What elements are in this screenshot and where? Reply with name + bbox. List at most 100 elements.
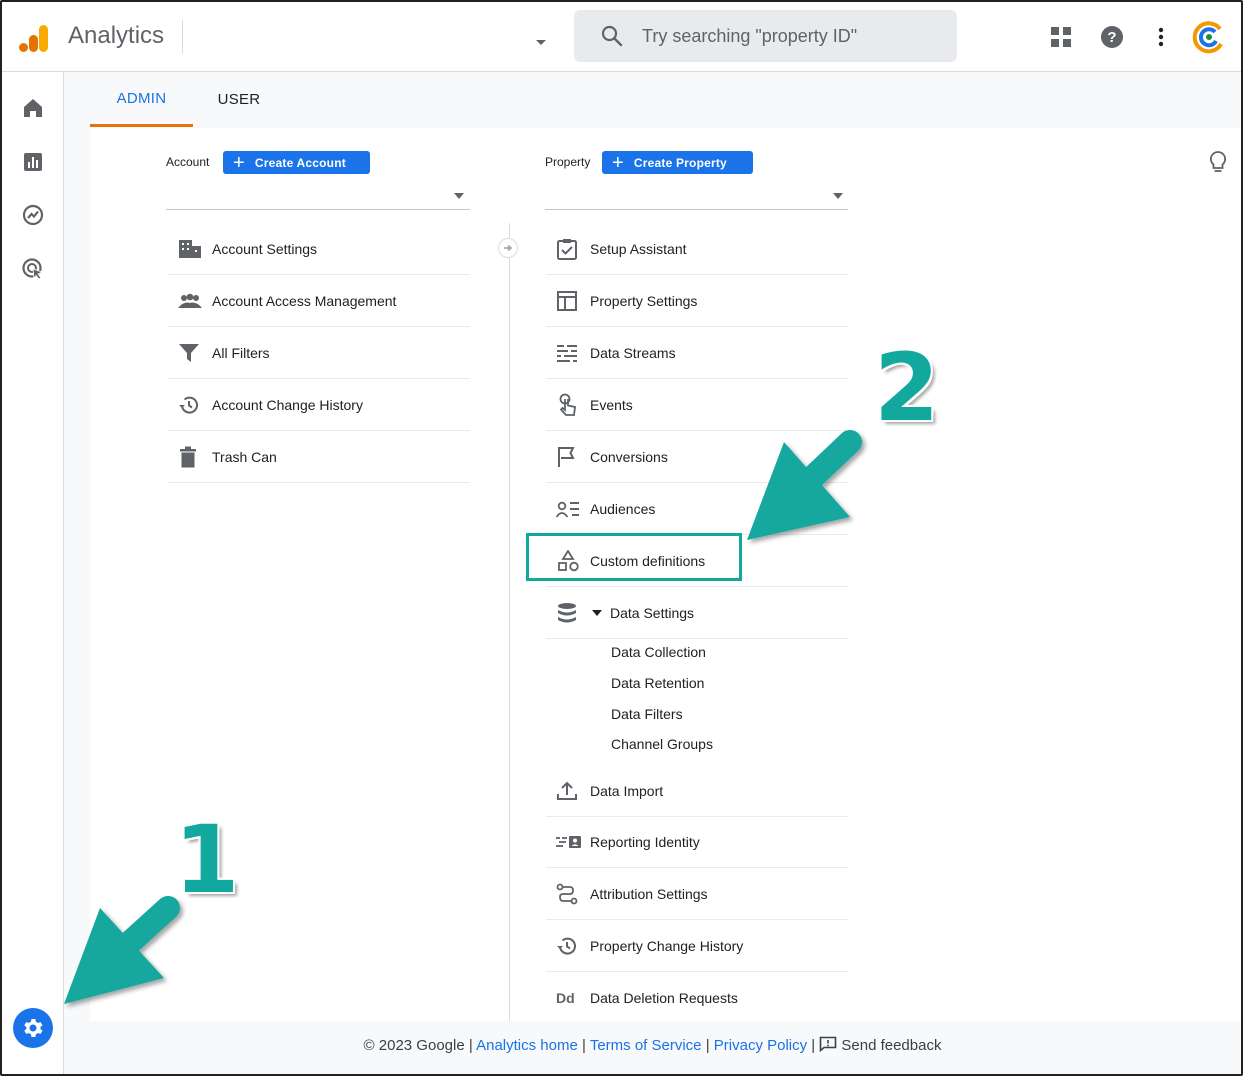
create-account-label: Create Account [254,155,346,170]
custom-definitions-highlight [526,533,742,581]
menu-item-label: Events [590,396,633,413]
account-settings-item[interactable]: Account Settings [168,223,470,275]
menu-item-label: Setup Assistant [590,240,687,257]
terms-link[interactable]: Terms of Service [590,1037,702,1054]
lightbulb-icon[interactable] [1208,150,1228,174]
menu-item-label: Property Change History [590,937,744,954]
history-icon [546,935,590,957]
flag-icon [546,446,590,468]
menu-item-label: Account Settings [212,240,318,257]
account-select-caret-icon[interactable] [454,193,464,199]
attribution-icon [546,883,590,905]
app-title: Analytics [68,22,165,49]
top-header: Analytics ? [2,2,1241,72]
property-settings-item[interactable]: Property Settings [546,275,848,327]
analytics-home-link[interactable]: Analytics home [476,1037,578,1054]
app-window: Analytics ? [0,0,1243,1076]
account-column-label: Account [166,155,210,169]
step-number-1: 1 [174,806,240,915]
data-settings-item[interactable]: Data Settings [546,587,848,639]
menu-item-label: Attribution Settings [590,885,708,902]
menu-item-label: Trash Can [212,448,277,465]
account-picker-caret-icon[interactable] [536,40,546,45]
conversions-item[interactable]: Conversions [546,431,848,483]
history-icon [168,394,212,416]
more-vert-icon[interactable] [1148,24,1174,50]
menu-item-label: Property Settings [590,292,698,309]
search-box[interactable] [574,10,957,62]
property-column-label: Property [545,155,591,169]
data-retention-item[interactable]: Data Retention [611,675,704,691]
advertising-icon[interactable] [21,257,45,281]
data-collection-item[interactable]: Data Collection [611,644,706,660]
dd-icon: Dd [556,990,575,1006]
link-arrow-icon [498,238,518,258]
menu-item-label: Account Access Management [212,292,397,309]
property-change-history-item[interactable]: Property Change History [546,920,848,972]
footer-separator: | [811,1037,816,1054]
database-icon [546,602,590,624]
identity-icon [546,834,590,850]
reporting-identity-item[interactable]: Reporting Identity [546,816,848,868]
audiences-item[interactable]: Audiences [546,483,848,535]
account-select-underline [166,209,470,210]
account-access-item[interactable]: Account Access Management [168,275,470,327]
home-icon[interactable] [21,96,45,120]
attribution-settings-item[interactable]: Attribution Settings [546,868,848,920]
menu-item-label: Conversions [590,448,668,465]
menu-item-label: Audiences [590,500,656,517]
footer-separator: | [582,1037,586,1054]
menu-item-label: Data Streams [590,344,676,361]
analytics-logo-icon[interactable] [18,22,50,54]
account-change-history-item[interactable]: Account Change History [168,379,470,431]
setup-assistant-item[interactable]: Setup Assistant [546,223,848,275]
admin-tabs: ADMIN USER [90,72,1241,128]
data-filters-item[interactable]: Data Filters [611,706,683,722]
header-divider [182,20,183,54]
help-icon[interactable]: ? [1099,24,1125,50]
footer-separator: | [468,1037,473,1054]
trash-can-item[interactable]: Trash Can [168,431,470,483]
events-item[interactable]: Events [546,379,848,431]
column-divider [509,223,510,1021]
menu-item-label: Data Import [590,782,664,799]
layout-icon [546,290,590,312]
explore-icon[interactable] [21,203,45,227]
search-input[interactable] [642,24,942,48]
create-property-button[interactable]: + Create Property [602,151,753,174]
send-feedback-label: Send feedback [841,1037,942,1054]
apps-grid-icon[interactable] [1048,24,1074,50]
data-import-item[interactable]: Data Import [546,765,848,817]
footer: © 2023 Google | Analytics home | Terms o… [64,1036,1241,1062]
property-select-caret-icon[interactable] [833,193,843,199]
menu-item-label: Data Settings [610,604,695,621]
expand-caret-icon[interactable] [592,609,602,616]
feedback-icon [820,1036,837,1053]
trash-icon [168,446,212,468]
tab-user[interactable]: USER [203,72,275,127]
data-deletion-requests-item[interactable]: Dd Data Deletion Requests [546,972,848,1024]
left-nav-rail [2,72,64,1074]
account-avatar-icon[interactable] [1192,20,1226,54]
menu-item-label: Account Change History [212,396,363,413]
audience-icon [546,500,590,518]
reports-icon[interactable] [21,150,45,174]
touch-icon [546,393,590,417]
data-streams-item[interactable]: Data Streams [546,327,848,379]
step-number-2: 2 [874,334,940,443]
create-account-button[interactable]: + Create Account [223,151,370,174]
plus-icon: + [612,151,624,174]
menu-item-label: All Filters [212,344,270,361]
property-select-underline [545,209,848,210]
channel-groups-item[interactable]: Channel Groups [611,736,713,752]
create-property-label: Create Property [633,155,727,170]
all-filters-item[interactable]: All Filters [168,327,470,379]
tab-admin[interactable]: ADMIN [90,72,193,127]
upload-icon [546,780,590,802]
send-feedback-button[interactable]: Send feedback [819,1036,942,1054]
building-icon [168,239,212,259]
filter-icon [168,343,212,363]
admin-gear-button[interactable] [13,1008,53,1048]
privacy-link[interactable]: Privacy Policy [714,1037,807,1054]
streams-icon [546,343,590,363]
